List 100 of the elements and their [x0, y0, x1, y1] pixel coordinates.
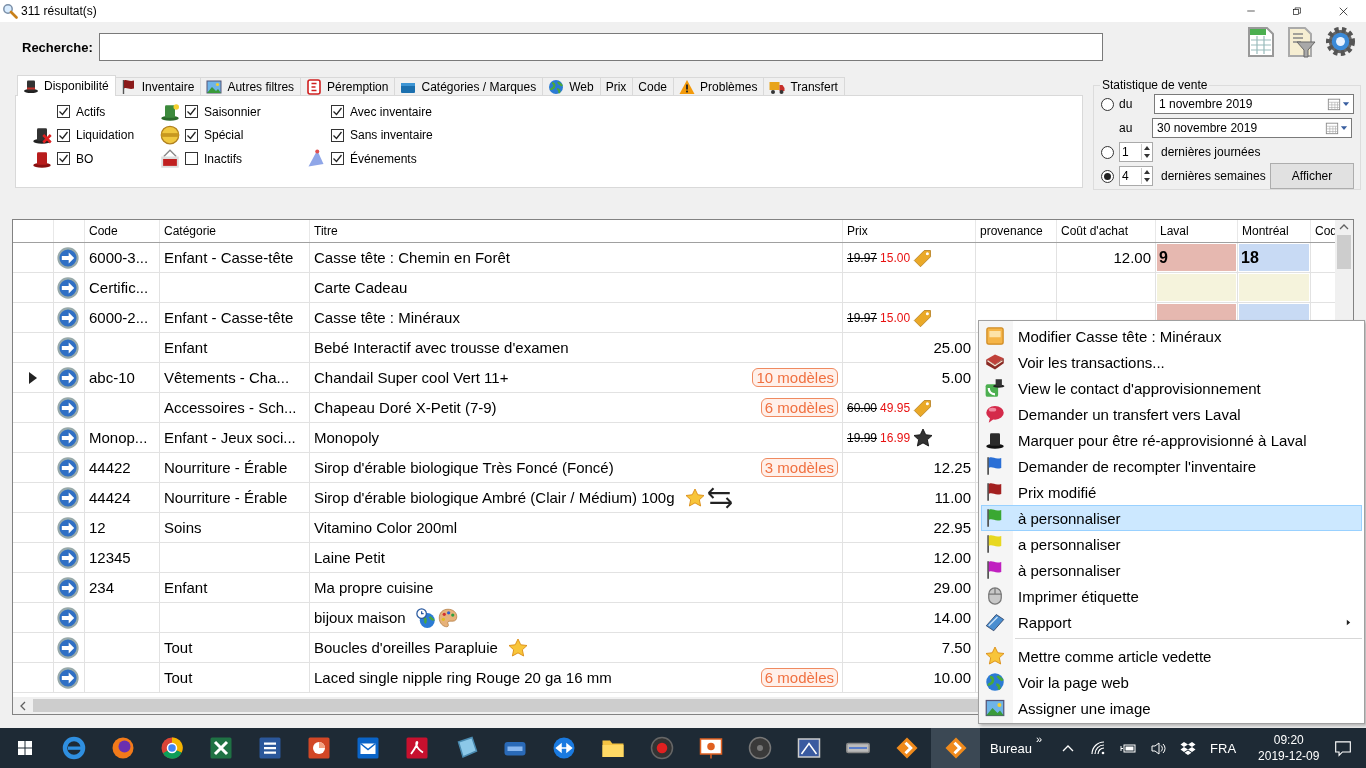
- column-header[interactable]: Prix: [847, 224, 868, 238]
- checkbox[interactable]: Événements: [331, 151, 417, 166]
- open-button[interactable]: [57, 456, 79, 479]
- tab[interactable]: Transfert: [763, 77, 845, 95]
- date-field[interactable]: 30 novembre 2019: [1152, 118, 1352, 138]
- column-header[interactable]: Catégorie: [164, 224, 217, 238]
- open-button[interactable]: [57, 336, 79, 359]
- checkbox[interactable]: Avec inventaire: [331, 104, 432, 119]
- open-button[interactable]: [57, 576, 79, 599]
- menu-item[interactable]: Voir la page web: [981, 669, 1362, 695]
- checkbox[interactable]: Inactifs: [185, 151, 242, 166]
- checkbox[interactable]: BO: [57, 151, 94, 166]
- menu-item[interactable]: Imprimer étiquette: [981, 583, 1362, 609]
- open-button[interactable]: [57, 396, 79, 419]
- settings-button[interactable]: [1325, 26, 1356, 58]
- menu-item[interactable]: Prix modifié: [981, 479, 1362, 505]
- row-header[interactable]: [13, 363, 54, 393]
- open-button[interactable]: [57, 366, 79, 389]
- open-button[interactable]: [57, 426, 79, 449]
- menu-item[interactable]: a personnaliser: [981, 531, 1362, 557]
- export-button[interactable]: [1245, 26, 1277, 58]
- table-cell: Ma propre cuisine: [314, 579, 434, 596]
- spin-down-icon[interactable]: [1142, 152, 1152, 160]
- language-indicator[interactable]: FRA: [1210, 740, 1237, 756]
- column-header[interactable]: Montréal: [1242, 224, 1289, 238]
- search-field[interactable]: [99, 33, 1103, 61]
- menu-item[interactable]: Rapport: [981, 609, 1362, 635]
- slides-app-icon: [306, 736, 331, 760]
- spin-up-icon[interactable]: [1142, 168, 1152, 176]
- radio-button[interactable]: [1101, 169, 1114, 183]
- stock-cell: 18: [1239, 244, 1309, 271]
- open-button[interactable]: [57, 516, 79, 539]
- boxes-icon[interactable]: [1180, 740, 1197, 756]
- scroll-thumb[interactable]: [1337, 235, 1351, 269]
- notification-icon[interactable]: [1334, 739, 1352, 757]
- open-button[interactable]: [57, 546, 79, 569]
- checkmark-icon: [58, 106, 69, 118]
- menu-item[interactable]: Demander de recompter l'inventaire: [981, 453, 1362, 479]
- date-field[interactable]: 1 novembre 2019: [1154, 94, 1354, 114]
- stock-cell: 9: [1157, 244, 1236, 271]
- open-button[interactable]: [57, 276, 79, 299]
- toolbar-label[interactable]: Bureau: [990, 740, 1032, 756]
- arrow-circle-icon: [57, 486, 79, 509]
- open-button[interactable]: [57, 306, 79, 329]
- checkbox[interactable]: Saisonnier: [185, 104, 261, 119]
- radio-button[interactable]: [1101, 145, 1114, 159]
- tab[interactable]: Catégories / Marques: [394, 77, 544, 95]
- taskbar-button[interactable]: [931, 728, 980, 768]
- column-header[interactable]: Laval: [1160, 224, 1189, 238]
- open-button[interactable]: [57, 486, 79, 509]
- menu-item[interactable]: Assigner une image: [981, 695, 1362, 721]
- arrow-circle-icon: [57, 636, 79, 659]
- tab[interactable]: Web: [542, 77, 601, 95]
- checkbox[interactable]: Liquidation: [57, 128, 135, 143]
- tab[interactable]: Inventaire: [114, 77, 202, 95]
- menu-item[interactable]: Modifier Casse tête : Minéraux: [981, 323, 1362, 349]
- arrow-circle-icon: [57, 666, 79, 689]
- open-button[interactable]: [57, 246, 79, 269]
- record-icon: [649, 736, 674, 760]
- arrow-circle-icon: [57, 276, 79, 299]
- radio-button[interactable]: [1101, 97, 1114, 111]
- top-hat-icon: [160, 101, 180, 122]
- column-header[interactable]: provenance: [980, 224, 1043, 238]
- checkbox[interactable]: Sans inventaire: [331, 128, 433, 143]
- menu-item[interactable]: View le contact d'approvisionnement: [981, 375, 1362, 401]
- number-field[interactable]: 1: [1119, 142, 1153, 162]
- menu-item[interactable]: Mettre comme article vedette: [981, 643, 1362, 669]
- show-button[interactable]: Afficher: [1270, 163, 1354, 189]
- tab[interactable]: Autres filtres: [200, 77, 302, 95]
- book-icon: [985, 352, 1005, 372]
- menu-item[interactable]: à personnaliser: [981, 505, 1362, 531]
- open-button[interactable]: [57, 606, 79, 629]
- menu-item[interactable]: à personnaliser: [981, 557, 1362, 583]
- arrow-circle-icon: [57, 246, 79, 269]
- toolbar-expand[interactable]: »: [1035, 732, 1043, 745]
- checkbox[interactable]: Spécial: [185, 128, 244, 143]
- wifi-icon[interactable]: [1090, 740, 1107, 756]
- menu-item[interactable]: Marquer pour être ré-approvisionné à Laval: [981, 427, 1362, 453]
- column-header[interactable]: Code: [89, 224, 118, 238]
- open-button[interactable]: [57, 666, 79, 689]
- number-field[interactable]: 4: [1119, 166, 1153, 186]
- menu-item[interactable]: Demander un transfert vers Laval: [981, 401, 1362, 427]
- filter-button[interactable]: [1285, 26, 1317, 58]
- tab[interactable]: Problèmes: [673, 77, 765, 95]
- sale-price: 16.99: [880, 430, 911, 445]
- spin-down-icon[interactable]: [1142, 176, 1152, 184]
- spreadsheet-app-icon: [208, 736, 233, 760]
- browser-icon: [159, 736, 184, 760]
- open-button[interactable]: [57, 636, 79, 659]
- tab[interactable]: Péremption: [300, 77, 396, 95]
- clock[interactable]: 09:20 2019-12-09: [1258, 732, 1320, 764]
- checkbox[interactable]: Actifs: [57, 104, 106, 119]
- menu-item[interactable]: Voir les transactions...: [981, 349, 1362, 375]
- column-header[interactable]: Coût d'achat: [1061, 224, 1128, 238]
- spin-up-icon[interactable]: [1142, 144, 1152, 152]
- tab[interactable]: Disponibilité: [17, 75, 116, 96]
- table-cell: 12: [89, 519, 106, 536]
- table-cell: 234: [89, 579, 115, 596]
- column-header[interactable]: Titre: [314, 224, 338, 238]
- volume-icon[interactable]: [1150, 740, 1167, 756]
